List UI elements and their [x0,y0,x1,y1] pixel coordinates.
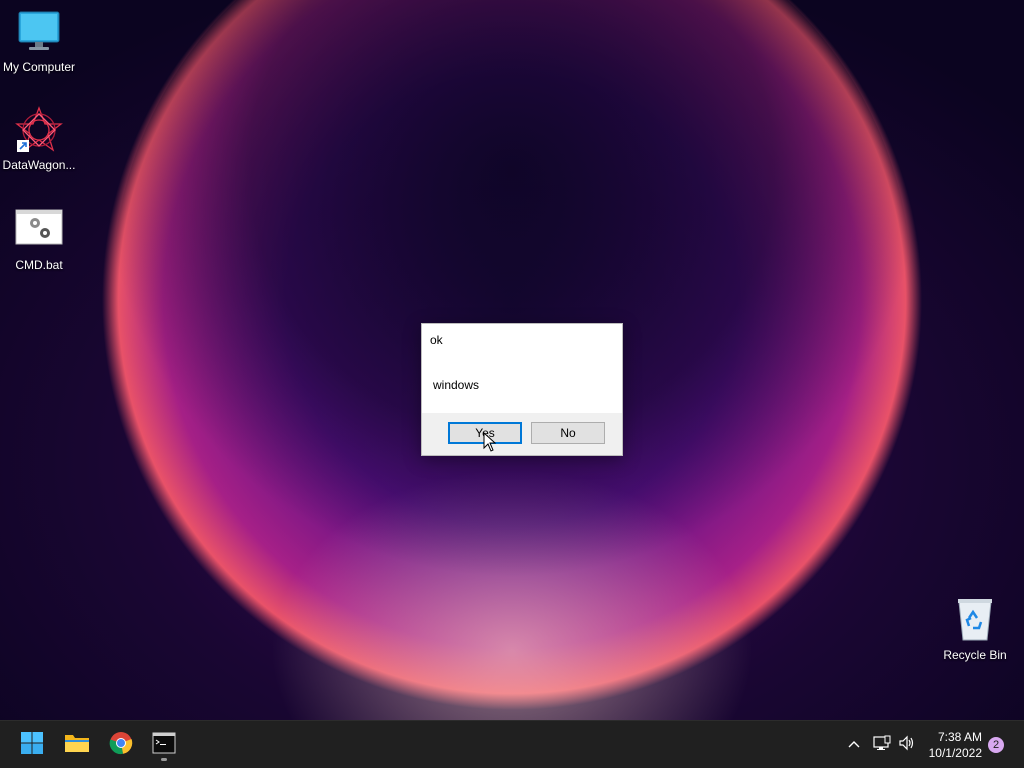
desktop-icon-label: My Computer [2,60,76,74]
desktop-icon-datawagon[interactable]: DataWagon... [0,106,78,172]
dialog-button-bar: Yes No [422,413,622,455]
chevron-up-icon [847,736,861,754]
batch-file-icon [15,206,63,254]
taskbar: 7:38 AM 10/1/2022 2 [0,720,1024,768]
terminal-icon [152,732,176,759]
network-tray-button[interactable] [870,721,894,769]
network-icon [873,735,891,756]
show-hidden-icons-button[interactable] [842,721,866,769]
desktop-icon-label: DataWagon... [2,158,76,172]
monitor-icon [15,8,63,56]
taskbar-clock[interactable]: 7:38 AM 10/1/2022 [922,729,982,761]
speaker-icon [898,735,916,756]
taskbar-terminal[interactable] [146,727,182,763]
desktop-icon-label: Recycle Bin [943,648,1007,662]
desktop-icon-cmd-bat[interactable]: CMD.bat [0,206,78,272]
dialog-title: ok [430,333,443,347]
desktop-icon-label: CMD.bat [15,258,63,272]
message-dialog: ok windows Yes No [421,323,623,456]
datawagon-shortcut-icon [15,106,63,154]
recycle-bin-icon [951,596,999,644]
notification-badge[interactable]: 2 [988,737,1004,753]
no-button[interactable]: No [531,422,605,444]
volume-tray-button[interactable] [895,721,919,769]
taskbar-chrome[interactable] [103,727,139,763]
taskbar-file-explorer[interactable] [59,727,95,763]
clock-time: 7:38 AM [937,730,982,744]
desktop-icon-my-computer[interactable]: My Computer [0,8,78,74]
windows-start-icon [20,731,44,760]
running-indicator [161,758,167,761]
clock-date: 10/1/2022 [928,746,982,760]
folder-icon [64,732,90,759]
mouse-cursor-icon [483,431,497,457]
desktop-icon-recycle-bin[interactable]: Recycle Bin [936,596,1014,662]
start-button[interactable] [14,727,50,763]
chrome-icon [109,731,133,760]
dialog-message: windows [433,378,480,392]
